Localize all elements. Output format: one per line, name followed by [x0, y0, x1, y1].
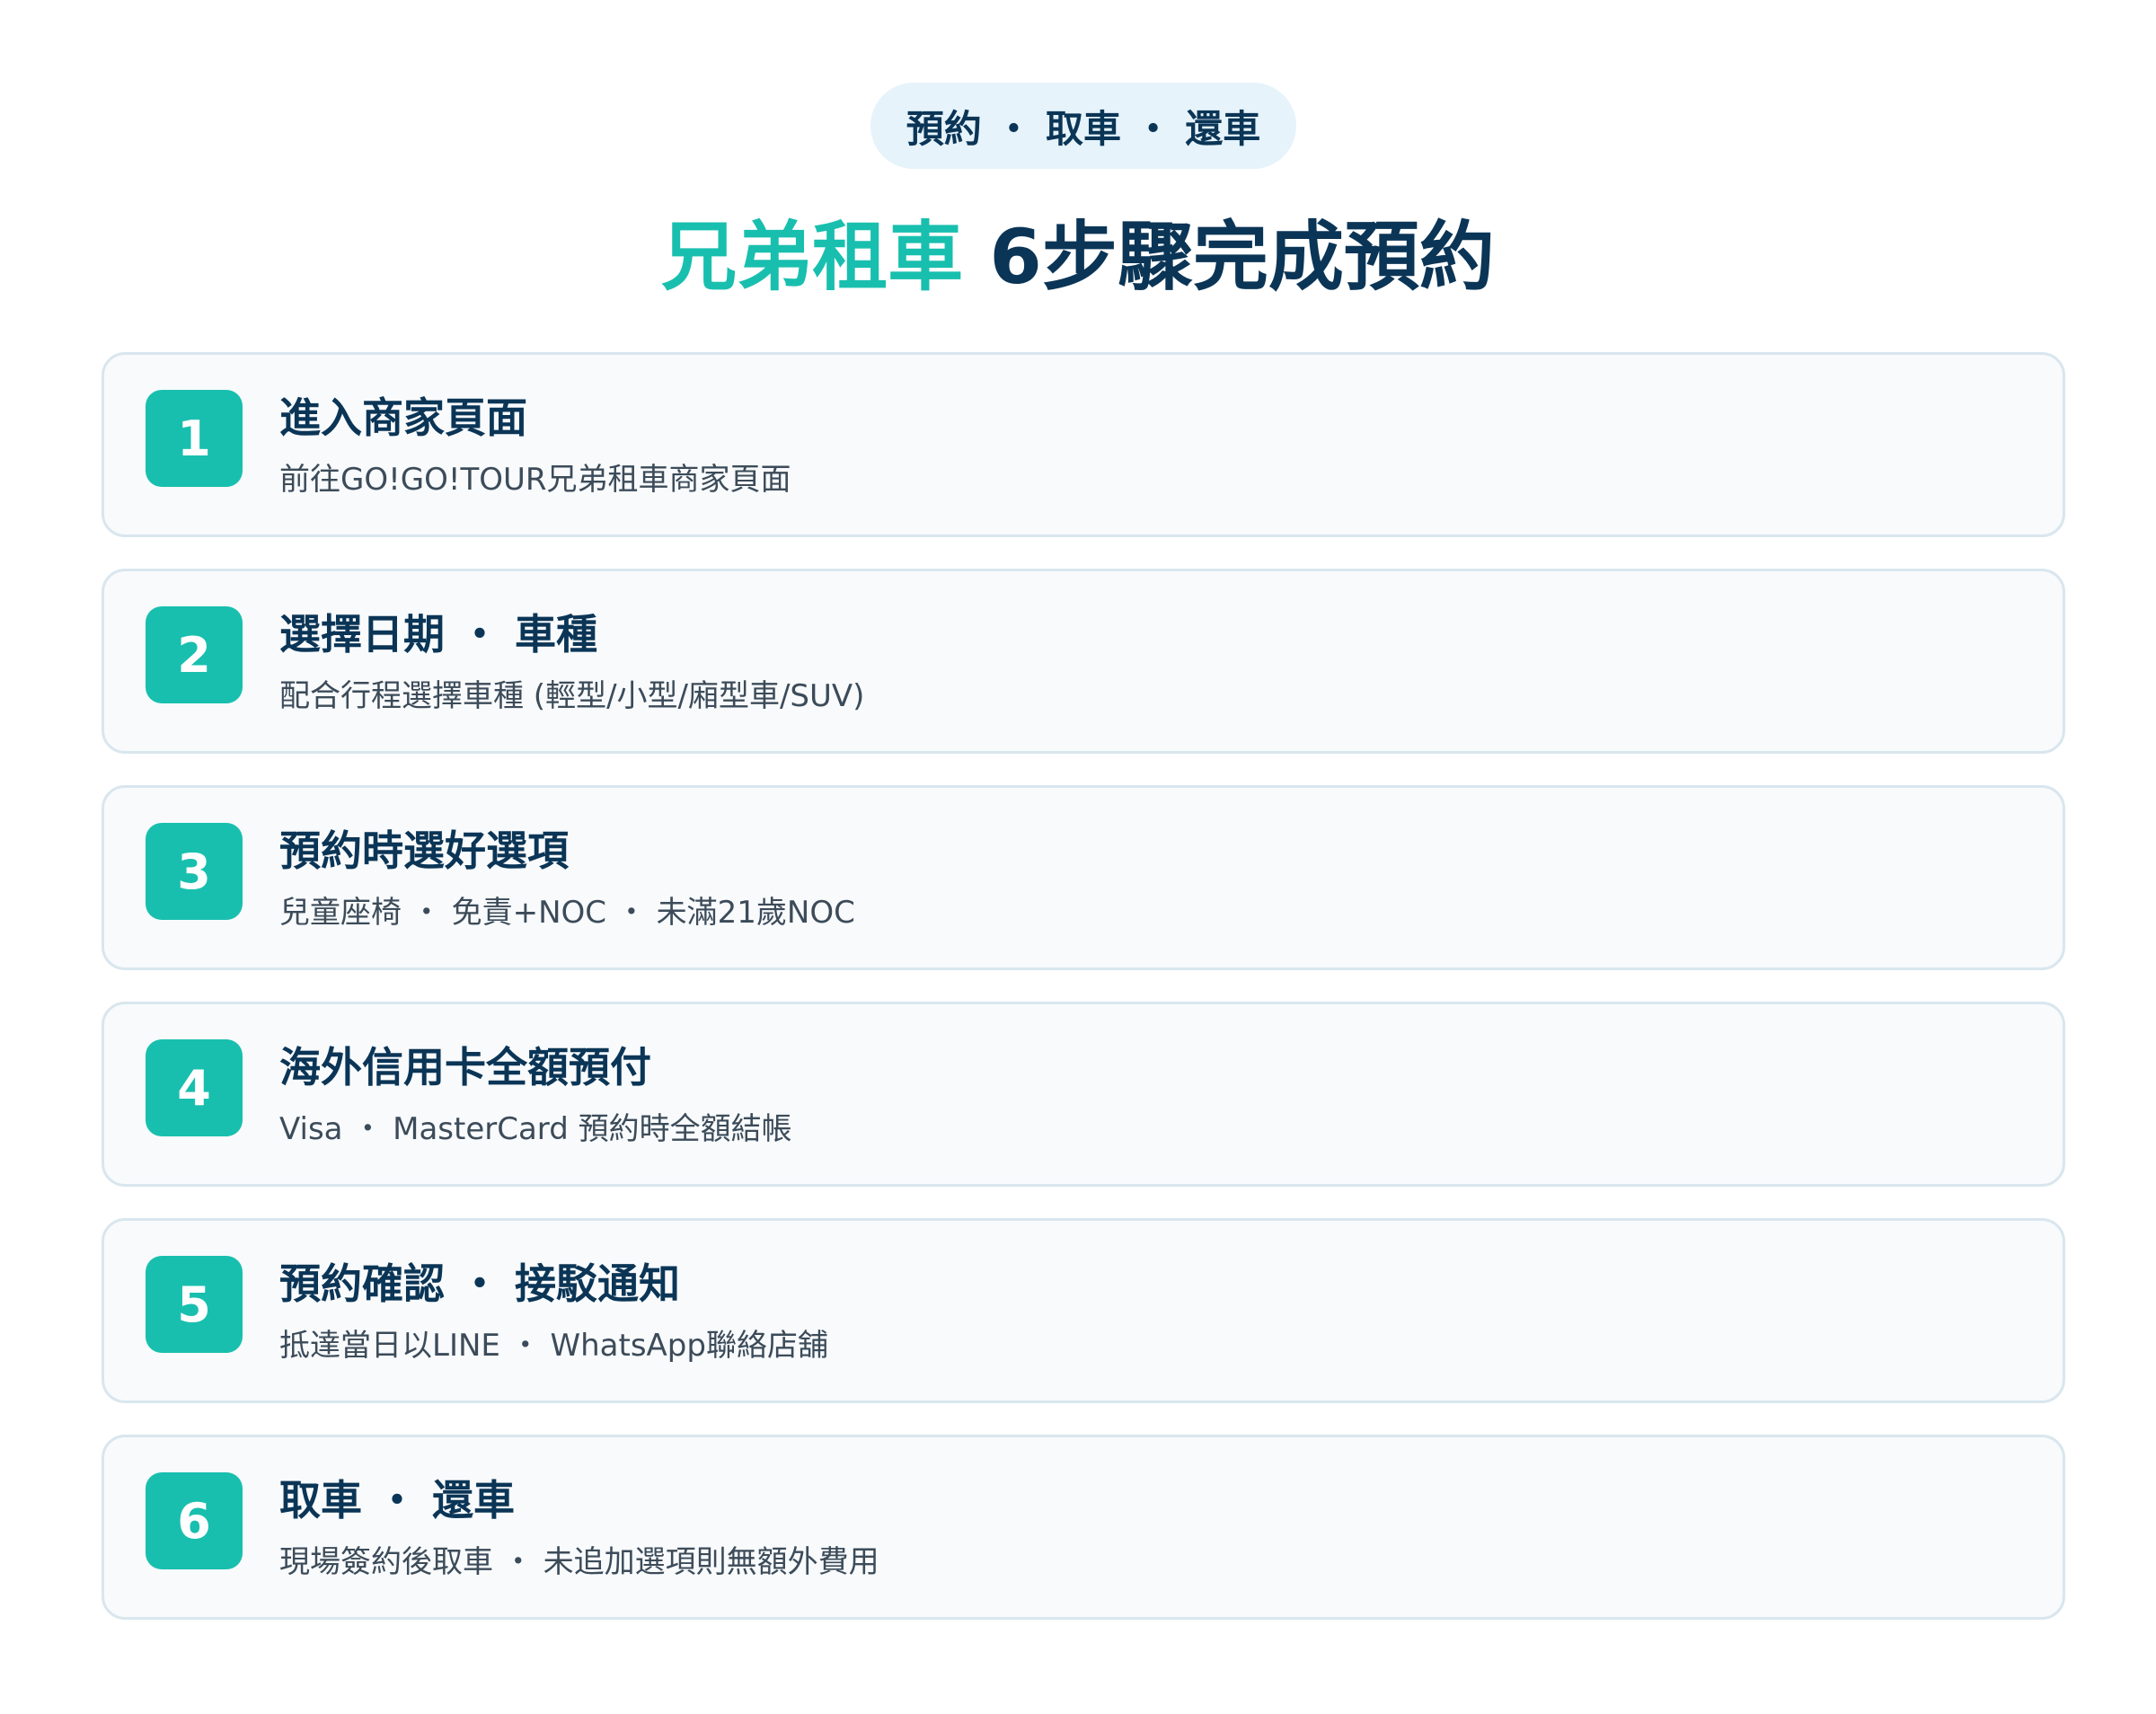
step-title: 預約時選好選項	[279, 826, 569, 875]
step-title: 進入商家頁面	[279, 393, 527, 442]
title-rest: 6步驟完成預約	[963, 213, 1495, 301]
step-description: 前往GO!GO!TOUR兄弟租車商家頁面	[279, 462, 791, 498]
page-title: 兄弟租車 6步驟完成預約	[0, 203, 2156, 311]
step-title: 取車 ・ 還車	[279, 1476, 516, 1524]
step-card-1: 1 進入商家頁面 前往GO!GO!TOUR兄弟租車商家頁面	[102, 352, 2065, 537]
step-description: 兒童座椅 ・ 免責+NOC ・ 未滿21歲NOC	[279, 895, 855, 931]
step-card-3: 3 預約時選好選項 兒童座椅 ・ 免責+NOC ・ 未滿21歲NOC	[102, 785, 2065, 970]
step-description: Visa ・ MasterCard 預約時全額結帳	[279, 1111, 792, 1147]
step-number-badge: 1	[146, 390, 243, 487]
step-card-5: 5 預約確認 ・ 接駁通知 抵達當日以LINE ・ WhatsApp聯絡店舖	[102, 1218, 2065, 1403]
steps-list: 1 進入商家頁面 前往GO!GO!TOUR兄弟租車商家頁面 2 選擇日期 ・ 車…	[102, 352, 2065, 1651]
title-brand: 兄弟租車	[661, 213, 964, 301]
step-number-badge: 2	[146, 606, 243, 703]
step-card-6: 6 取車 ・ 還車 現場簽約後取車 ・ 未追加選項則無額外費用	[102, 1435, 2065, 1620]
step-title: 海外信用卡全額預付	[279, 1043, 651, 1091]
step-number-badge: 5	[146, 1256, 243, 1353]
pill-label: 預約 ・ 取車 ・ 還車	[906, 106, 1261, 151]
step-number-badge: 3	[146, 823, 243, 920]
header-pill: 預約 ・ 取車 ・ 還車	[870, 83, 1296, 169]
step-card-2: 2 選擇日期 ・ 車種 配合行程選擇車種 (輕型/小型/廂型車/SUV)	[102, 569, 2065, 754]
step-description: 現場簽約後取車 ・ 未追加選項則無額外費用	[279, 1544, 879, 1580]
step-description: 配合行程選擇車種 (輕型/小型/廂型車/SUV)	[279, 678, 865, 714]
step-card-4: 4 海外信用卡全額預付 Visa ・ MasterCard 預約時全額結帳	[102, 1002, 2065, 1187]
step-title: 選擇日期 ・ 車種	[279, 610, 598, 658]
step-number-badge: 4	[146, 1039, 243, 1136]
step-description: 抵達當日以LINE ・ WhatsApp聯絡店舖	[279, 1328, 828, 1364]
step-number-badge: 6	[146, 1472, 243, 1569]
step-title: 預約確認 ・ 接駁通知	[279, 1259, 681, 1308]
